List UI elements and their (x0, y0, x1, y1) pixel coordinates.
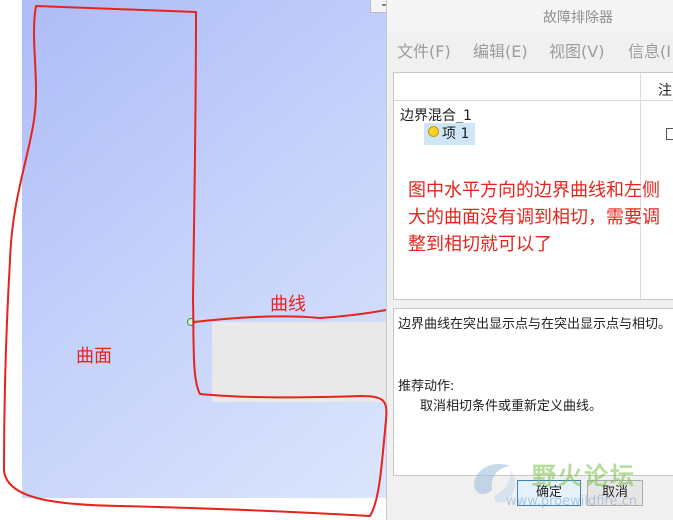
tree-panel: 注 边界混合_1 项 1 图中水平方向的边界曲线和左侧大的曲面没有调到相切，需要… (393, 72, 673, 300)
watermark: 野火论坛 www.proewildfire.cn (460, 452, 670, 516)
menu-view[interactable]: 视图(V) (549, 38, 604, 62)
tree-item-child-label: 项 1 (442, 126, 470, 142)
watermark-title: 野火论坛 (532, 462, 636, 490)
watermark-url: www.proewildfire.cn (506, 494, 637, 509)
tree-item-root[interactable]: 边界混合_1 (400, 105, 472, 125)
annotation-note: 图中水平方向的边界曲线和左侧大的曲面没有调到相切，需要调整到相切就可以了 (408, 180, 660, 255)
recommended-action: 取消相切条件或重新定义曲线。 (420, 399, 603, 414)
recommended-title: 推荐动作: (398, 379, 455, 394)
troubleshooter-dialog: 故障排除器 文件(F) 编辑(E) 视图(V) 信息(I 注 边界混合_1 项 … (386, 0, 673, 520)
dialog-title: 故障排除器 (543, 10, 613, 26)
highlight-point-marker (187, 318, 195, 326)
viewport-background-region (212, 322, 408, 402)
menu-info[interactable]: 信息(I (628, 38, 671, 62)
tree-header: 注 (394, 73, 673, 101)
curve-label: 曲线 (270, 294, 306, 315)
dialog-titlebar[interactable]: 故障排除器 (387, 0, 673, 32)
warning-bulb-icon (428, 126, 439, 137)
surface-label: 曲面 (76, 346, 112, 367)
tree-item-child[interactable]: 项 1 (424, 123, 476, 145)
description-panel: 边界曲线在突出显示点与在突出显示点与相切。 推荐动作: 取消相切条件或重新定义曲… (393, 308, 673, 476)
description-text: 边界曲线在突出显示点与在突出显示点与相切。 (398, 317, 672, 332)
note-checkbox[interactable] (666, 128, 673, 140)
menu-file[interactable]: 文件(F) (397, 38, 451, 62)
cad-viewport[interactable] (22, 0, 408, 498)
menu-edit[interactable]: 编辑(E) (473, 38, 528, 62)
column-header-note[interactable]: 注 (658, 80, 672, 100)
